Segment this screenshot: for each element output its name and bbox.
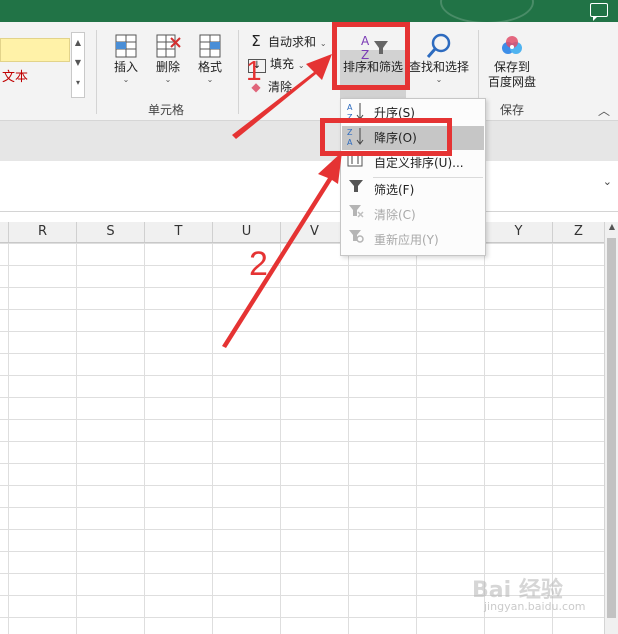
watermark-url: jingyan.baidu.com xyxy=(484,600,586,613)
annotation-step-2: 2 xyxy=(249,245,268,283)
annotation-arrows: 1 2 xyxy=(222,54,342,348)
annotation-step-1: 1 xyxy=(246,55,262,86)
annotation-arrow-2 xyxy=(222,152,342,348)
